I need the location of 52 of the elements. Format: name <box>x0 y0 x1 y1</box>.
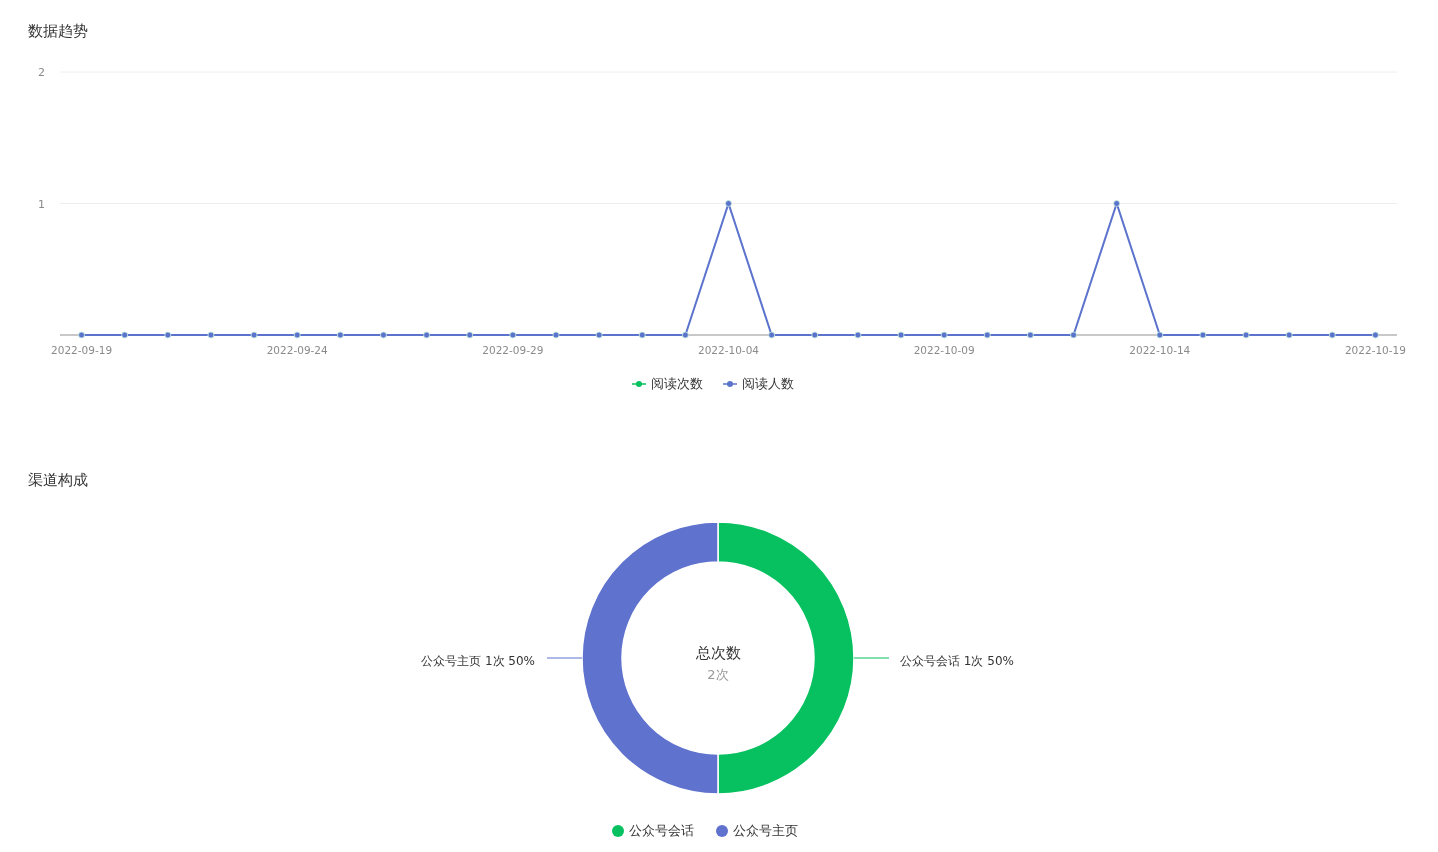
data-point <box>78 331 85 339</box>
data-point <box>1113 200 1121 207</box>
data-point <box>897 331 905 339</box>
x-axis-label: 2022-10-19 <box>1344 344 1406 356</box>
center-value: 2次 <box>707 667 729 682</box>
data-point <box>811 331 819 339</box>
y-axis-label: 2 <box>38 66 45 79</box>
center-title: 总次数 <box>695 644 741 662</box>
data-point <box>725 200 732 207</box>
data-point <box>164 331 172 339</box>
data-point <box>1070 331 1077 339</box>
data-point <box>121 331 129 339</box>
leader-line <box>546 657 583 659</box>
data-point <box>595 331 603 339</box>
data-point <box>1328 331 1336 339</box>
section-title: 数据趋势 <box>28 21 88 42</box>
data-point <box>1372 331 1379 339</box>
leader-line <box>853 657 890 659</box>
data-point <box>552 331 560 339</box>
x-axis-label: 2022-09-24 <box>266 344 328 356</box>
legend-item[interactable]: 阅读人数 <box>723 375 794 393</box>
data-point <box>1285 331 1293 339</box>
data-point <box>336 331 344 339</box>
data-point <box>854 331 862 339</box>
data-point <box>380 331 387 339</box>
x-axis-label: 2022-10-09 <box>913 344 975 356</box>
data-point <box>1199 331 1207 339</box>
slice-label: 公众号主页 1次 50% <box>421 654 535 668</box>
x-axis-label: 2022-09-19 <box>51 344 113 356</box>
data-point <box>1242 331 1250 339</box>
data-point <box>983 331 991 339</box>
x-axis-label: 2022-10-04 <box>698 344 759 356</box>
data-point <box>423 331 430 339</box>
data-point <box>293 331 301 339</box>
x-axis-label: 2022-09-29 <box>482 344 544 356</box>
data-point <box>250 331 258 339</box>
data-point <box>1027 331 1034 339</box>
data-point <box>768 331 776 339</box>
slice-label: 公众号会话 1次 50% <box>900 654 1014 668</box>
y-axis-label: 1 <box>38 197 45 211</box>
data-point <box>638 331 646 339</box>
data-point <box>1156 331 1164 339</box>
data-point <box>940 331 948 339</box>
data-point <box>207 331 215 339</box>
x-axis-label: 2022-10-14 <box>1129 344 1191 356</box>
data-point <box>509 331 517 339</box>
data-point <box>466 331 474 339</box>
data-point <box>681 331 689 339</box>
legend-item[interactable]: 公众号会话 <box>612 822 694 840</box>
legend-item[interactable]: 阅读次数 <box>632 375 703 393</box>
section-title: 渠道构成 <box>28 470 88 491</box>
legend-item[interactable]: 公众号主页 <box>716 822 798 840</box>
